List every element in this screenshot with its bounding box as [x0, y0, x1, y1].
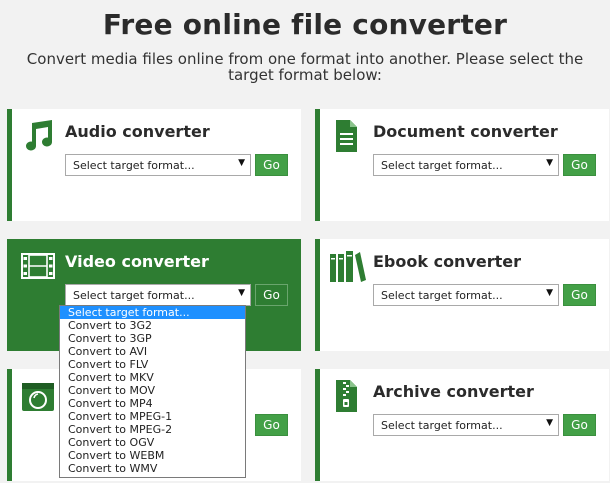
archive-format-select-value: Select target format...: [381, 419, 503, 432]
dropdown-option[interactable]: Convert to MPEG-2: [60, 423, 245, 436]
video-format-dropdown-list[interactable]: Select target format... Convert to 3G2 Con…: [59, 305, 246, 478]
archive-go-button[interactable]: Go: [563, 414, 596, 436]
audio-go-button[interactable]: Go: [255, 154, 288, 176]
dropdown-option[interactable]: Convert to FLV: [60, 358, 245, 371]
document-format-select[interactable]: Select target format... ▼: [373, 154, 559, 176]
dropdown-option[interactable]: Convert to 3GP: [60, 332, 245, 345]
image-icon: [21, 379, 55, 413]
document-converter-title: Document converter: [373, 122, 558, 141]
image-go-button[interactable]: Go: [255, 414, 288, 436]
chevron-down-icon: ▼: [546, 158, 553, 168]
music-note-icon: [21, 119, 55, 153]
ebook-converter-card: Ebook converter Select target format... …: [315, 239, 609, 351]
page-subtitle: Convert media files online from one form…: [26, 50, 584, 84]
ebook-converter-title: Ebook converter: [373, 252, 522, 271]
dropdown-option[interactable]: Convert to OGV: [60, 436, 245, 449]
chevron-down-icon: ▼: [238, 288, 245, 298]
ebook-format-select[interactable]: Select target format... ▼: [373, 284, 559, 306]
audio-converter-title: Audio converter: [65, 122, 210, 141]
dropdown-option[interactable]: Select target format...: [60, 306, 245, 319]
video-format-select-value: Select target format...: [73, 289, 195, 302]
dropdown-option[interactable]: Convert to WMV: [60, 462, 245, 475]
dropdown-option[interactable]: Convert to 3G2: [60, 319, 245, 332]
video-go-button[interactable]: Go: [255, 284, 288, 306]
ebook-go-button[interactable]: Go: [563, 284, 596, 306]
document-format-select-value: Select target format...: [381, 159, 503, 172]
audio-format-select[interactable]: Select target format... ▼: [65, 154, 251, 176]
books-icon: [329, 249, 366, 283]
film-icon: [21, 249, 55, 283]
document-icon: [329, 119, 363, 153]
dropdown-option[interactable]: Convert to MOV: [60, 384, 245, 397]
dropdown-option[interactable]: Convert to AVI: [60, 345, 245, 358]
document-converter-card: Document converter Select target format.…: [315, 109, 609, 221]
archive-converter-card: Archive converter Select target format..…: [315, 369, 609, 481]
dropdown-option[interactable]: Convert to MP4: [60, 397, 245, 410]
dropdown-option[interactable]: Convert to WEBM: [60, 449, 245, 462]
archive-converter-title: Archive converter: [373, 382, 534, 401]
dropdown-option[interactable]: Convert to MPEG-1: [60, 410, 245, 423]
video-format-select[interactable]: Select target format... ▼: [65, 284, 251, 306]
page-title: Free online file converter: [102, 8, 508, 41]
audio-format-select-value: Select target format...: [73, 159, 195, 172]
ebook-format-select-value: Select target format...: [381, 289, 503, 302]
dropdown-option[interactable]: Convert to MKV: [60, 371, 245, 384]
chevron-down-icon: ▼: [238, 158, 245, 168]
audio-converter-card: Audio converter Select target format... …: [7, 109, 301, 221]
archive-format-select[interactable]: Select target format... ▼: [373, 414, 559, 436]
document-go-button[interactable]: Go: [563, 154, 596, 176]
archive-icon: [329, 379, 363, 413]
chevron-down-icon: ▼: [546, 288, 553, 298]
video-converter-title: Video converter: [65, 252, 209, 271]
chevron-down-icon: ▼: [546, 418, 553, 428]
